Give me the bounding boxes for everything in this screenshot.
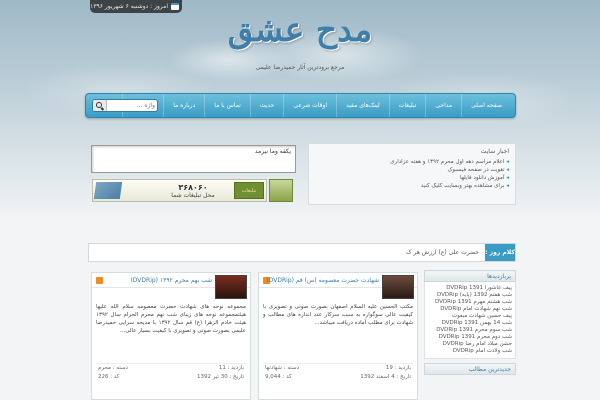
search-input[interactable] [108, 100, 157, 111]
nav-item-about[interactable]: درباره ما [163, 94, 204, 117]
popular-item[interactable]: جشن میلاد امام رضا DVDRip [428, 341, 512, 348]
quote-ticker: کلام روز : حضرت علی (ع) ارزش هر ک [88, 243, 516, 262]
search-icon [96, 102, 102, 108]
ad-banner[interactable]: ۳۶۸۰۶۰ محل تبلیغات شما تبلیغات [92, 179, 267, 202]
post-views: بازدید : 11 [218, 365, 244, 371]
post-meta: دسته : شهادتها بازدید : 19 کد : 9,044 تا… [263, 363, 413, 382]
nav-item-home[interactable]: صفحه اصلی [461, 94, 511, 117]
main-navigation: صفحه اصلی مداحی تبلیغات لینک‌های مفید او… [85, 93, 516, 118]
search-button[interactable] [93, 100, 107, 111]
site-news-title: اخبار سایت [480, 148, 509, 155]
post-excerpt: مکتب الحسین علیه السلام اصفهان بصورت صوت… [263, 304, 413, 326]
ad-caption: محل تبلیغات شما [171, 192, 215, 199]
post-title[interactable]: شهادت حضرت معصومه (س) قم (DVDRip) [266, 277, 379, 284]
popular-item[interactable]: شب دوم محرم 1391 DVDRip [428, 334, 512, 341]
news-item[interactable]: برای مشاهده بهتر وبسایت کلیک کنید [313, 182, 509, 190]
post-card: شب بهم محرم ۱۳۹۲ (DVDRip) مجموعه نوحه ها… [91, 272, 251, 400]
post-excerpt: مجموعه نوحه های شهادت حضرت معصومه سلام ا… [96, 304, 247, 334]
rss-icon[interactable] [96, 277, 103, 284]
popular-item[interactable]: شب نهم شهادت امام DVDRip [428, 306, 512, 313]
post-views: بازدید : 19 [385, 365, 411, 371]
ticker-label: کلام روز : [485, 244, 515, 261]
ad-image [93, 182, 123, 199]
current-date: امروز : دوشنبه ۶ شهریور ۱۳۹۶ [90, 3, 168, 10]
ad-text: ۳۶۸۰۶۰ محل تبلیغات شما [153, 183, 233, 199]
popular-item[interactable]: شب 14 بهمن 1391 DVDRip [428, 320, 512, 327]
site-tagline: مرجع برودترین آثار حمیدرضا علیمی [255, 64, 345, 71]
nav-item-prayer-times[interactable]: اوقات شرعی [283, 94, 336, 117]
ad-phone-number: ۳۶۸۰۶۰ [178, 183, 208, 192]
popular-list: پیف عاشورا 1391 DVDRip شب هفتم 1392 (پای… [424, 282, 516, 359]
post-category[interactable]: دسته : محرم [98, 364, 128, 373]
post-card: شهادت حضرت معصومه (س) قم (DVDRip) مکتب ا… [258, 272, 418, 400]
news-item[interactable]: آموزش دانلود فایلها [313, 174, 509, 182]
popular-item[interactable]: شب ولادت امام DVDRip [428, 348, 512, 355]
nav-menu: صفحه اصلی مداحی تبلیغات لینک‌های مفید او… [122, 94, 511, 117]
post-thumbnail[interactable] [215, 275, 247, 299]
site-logo[interactable]: مدح عشق [215, 5, 385, 55]
post-category[interactable]: دسته : شهادتها [265, 364, 299, 373]
latest-heading: جدیدترین مطالب [424, 363, 516, 375]
ad-badge: تبلیغات [234, 182, 264, 199]
poem-box: یکفه وما نیرمد [91, 145, 296, 173]
post-thumbnail[interactable] [382, 275, 414, 299]
ad-side-image[interactable] [269, 179, 293, 202]
post-code: کد : 9,044 [265, 374, 292, 380]
post-title[interactable]: شب بهم محرم ۱۳۹۲ (DVDRip) [130, 277, 212, 284]
nav-item-hadith[interactable]: حدیث [249, 94, 283, 117]
calendar-icon [171, 3, 179, 10]
post-date: تاریخ : 30 تیر 1392 [196, 374, 244, 380]
top-content-row: اخبار سایت اعلام مراسم دهه اول محرم ۱۳۹۲… [88, 137, 516, 209]
ticker-text[interactable]: حضرت علی (ع) ارزش هر ک [406, 244, 479, 261]
nav-item-madahi[interactable]: مداحی [425, 94, 461, 117]
popular-heading: پربازدیدها [424, 270, 516, 282]
popular-item[interactable]: شب سوم محرم 1391 DVDRip [428, 327, 512, 334]
date-bar: امروز : دوشنبه ۶ شهریور ۱۳۹۶ [90, 0, 182, 13]
nav-item-ads[interactable]: تبلیغات [388, 94, 426, 117]
site-news-panel: اخبار سایت اعلام مراسم دهه اول محرم ۱۳۹۲… [308, 143, 516, 205]
post-meta: دسته : محرم بازدید : 11 کد : 226 تاریخ :… [96, 363, 246, 382]
sidebar: پربازدیدها پیف عاشورا 1391 DVDRip شب هفت… [424, 270, 516, 400]
post-date: تاریخ : 4 اسفند 1392 [360, 374, 411, 380]
post-code: کد : 226 [98, 374, 120, 380]
nav-item-links[interactable]: لینک‌های مفید [336, 94, 389, 117]
popular-item[interactable]: شب هفتم 1392 (پایه) DVDRip [428, 292, 512, 299]
search-box [92, 99, 158, 112]
news-item[interactable]: اعلام مراسم دهه اول محرم ۱۳۹۲ و هفته عزا… [313, 158, 509, 166]
news-item[interactable]: تقویت در صفحه فیسبوک [313, 166, 509, 174]
site-news-list: اعلام مراسم دهه اول محرم ۱۳۹۲ و هفته عزا… [313, 158, 509, 190]
nav-item-contact[interactable]: تماس با ما [204, 94, 250, 117]
popular-item[interactable]: پیف عاشورا 1391 DVDRip [428, 285, 512, 292]
popular-item[interactable]: شب هشتم مهرم 1391 DVDRip [428, 299, 512, 306]
popular-item[interactable]: پیف حسین شهادت مبعوت [428, 313, 512, 320]
